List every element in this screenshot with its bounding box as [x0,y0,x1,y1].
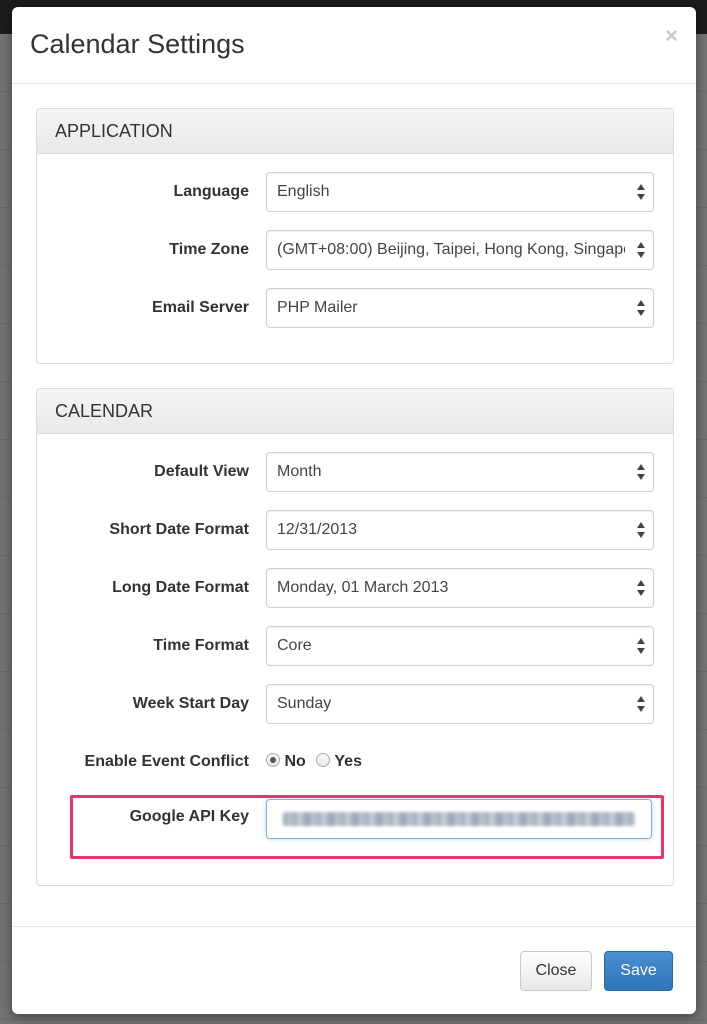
short-date-format-value: 12/31/2013 [277,521,358,538]
radio-no-label[interactable]: No [284,753,305,770]
select-arrows-icon [637,522,645,538]
time-format-value: Core [277,637,312,654]
week-start-day-select[interactable]: Sunday [266,684,654,724]
calendar-settings-modal: Calendar Settings × APPLICATION Language… [12,7,696,1014]
select-arrows-icon [637,638,645,654]
modal-footer: Close Save [12,926,696,1014]
select-arrows-icon [637,300,645,316]
short-date-format-label: Short Date Format [109,521,249,538]
email-server-select[interactable]: PHP Mailer [266,288,654,328]
application-panel-heading: APPLICATION [37,109,673,154]
language-value: English [277,183,330,200]
long-date-format-label: Long Date Format [112,579,249,596]
modal-title: Calendar Settings [30,29,245,59]
time-zone-row: Time Zone (GMT+08:00) Beijing, Taipei, H… [37,230,673,270]
select-arrows-icon [637,242,645,258]
time-format-label: Time Format [153,637,249,654]
save-button[interactable]: Save [604,951,673,991]
time-format-select[interactable]: Core [266,626,654,666]
week-start-day-label: Week Start Day [132,695,249,712]
short-date-format-row: Short Date Format 12/31/2013 [37,510,673,550]
language-row: Language English [37,172,673,212]
email-server-value: PHP Mailer [277,299,358,316]
long-date-format-value: Monday, 01 March 2013 [277,579,449,596]
close-button[interactable]: Close [520,951,592,991]
default-view-row: Default View Month [37,452,673,492]
default-view-select[interactable]: Month [266,452,654,492]
radio-yes-label[interactable]: Yes [334,753,362,770]
close-icon[interactable]: × [665,25,678,47]
default-view-label: Default View [154,463,249,480]
long-date-format-select[interactable]: Monday, 01 March 2013 [266,568,654,608]
short-date-format-select[interactable]: 12/31/2013 [266,510,654,550]
email-server-label: Email Server [152,299,249,316]
select-arrows-icon [637,464,645,480]
calendar-panel-heading: CALENDAR [37,389,673,434]
enable-event-conflict-label: Enable Event Conflict [84,753,249,770]
radio-no[interactable] [266,753,280,767]
email-server-row: Email Server PHP Mailer [37,288,673,328]
long-date-format-row: Long Date Format Monday, 01 March 2013 [37,568,673,608]
week-start-day-value: Sunday [277,695,332,712]
enable-event-conflict-row: Enable Event Conflict No Yes [37,742,673,782]
time-zone-label: Time Zone [169,241,249,258]
radio-yes[interactable] [316,753,331,767]
application-panel: APPLICATION Language English Time Zone (… [36,108,674,364]
time-zone-select[interactable]: (GMT+08:00) Beijing, Taipei, Hong Kong, … [266,230,654,270]
select-arrows-icon [637,696,645,712]
time-zone-value: (GMT+08:00) Beijing, Taipei, Hong Kong, … [277,241,625,258]
select-arrows-icon [637,184,645,200]
modal-header: Calendar Settings × [12,7,696,84]
event-conflict-radio-group: No Yes [266,742,368,782]
week-start-day-row: Week Start Day Sunday [37,684,673,724]
api-key-highlight-box [70,795,664,859]
select-arrows-icon [637,580,645,596]
time-format-row: Time Format Core [37,626,673,666]
language-label: Language [173,183,249,200]
language-select[interactable]: English [266,172,654,212]
default-view-value: Month [277,463,322,480]
